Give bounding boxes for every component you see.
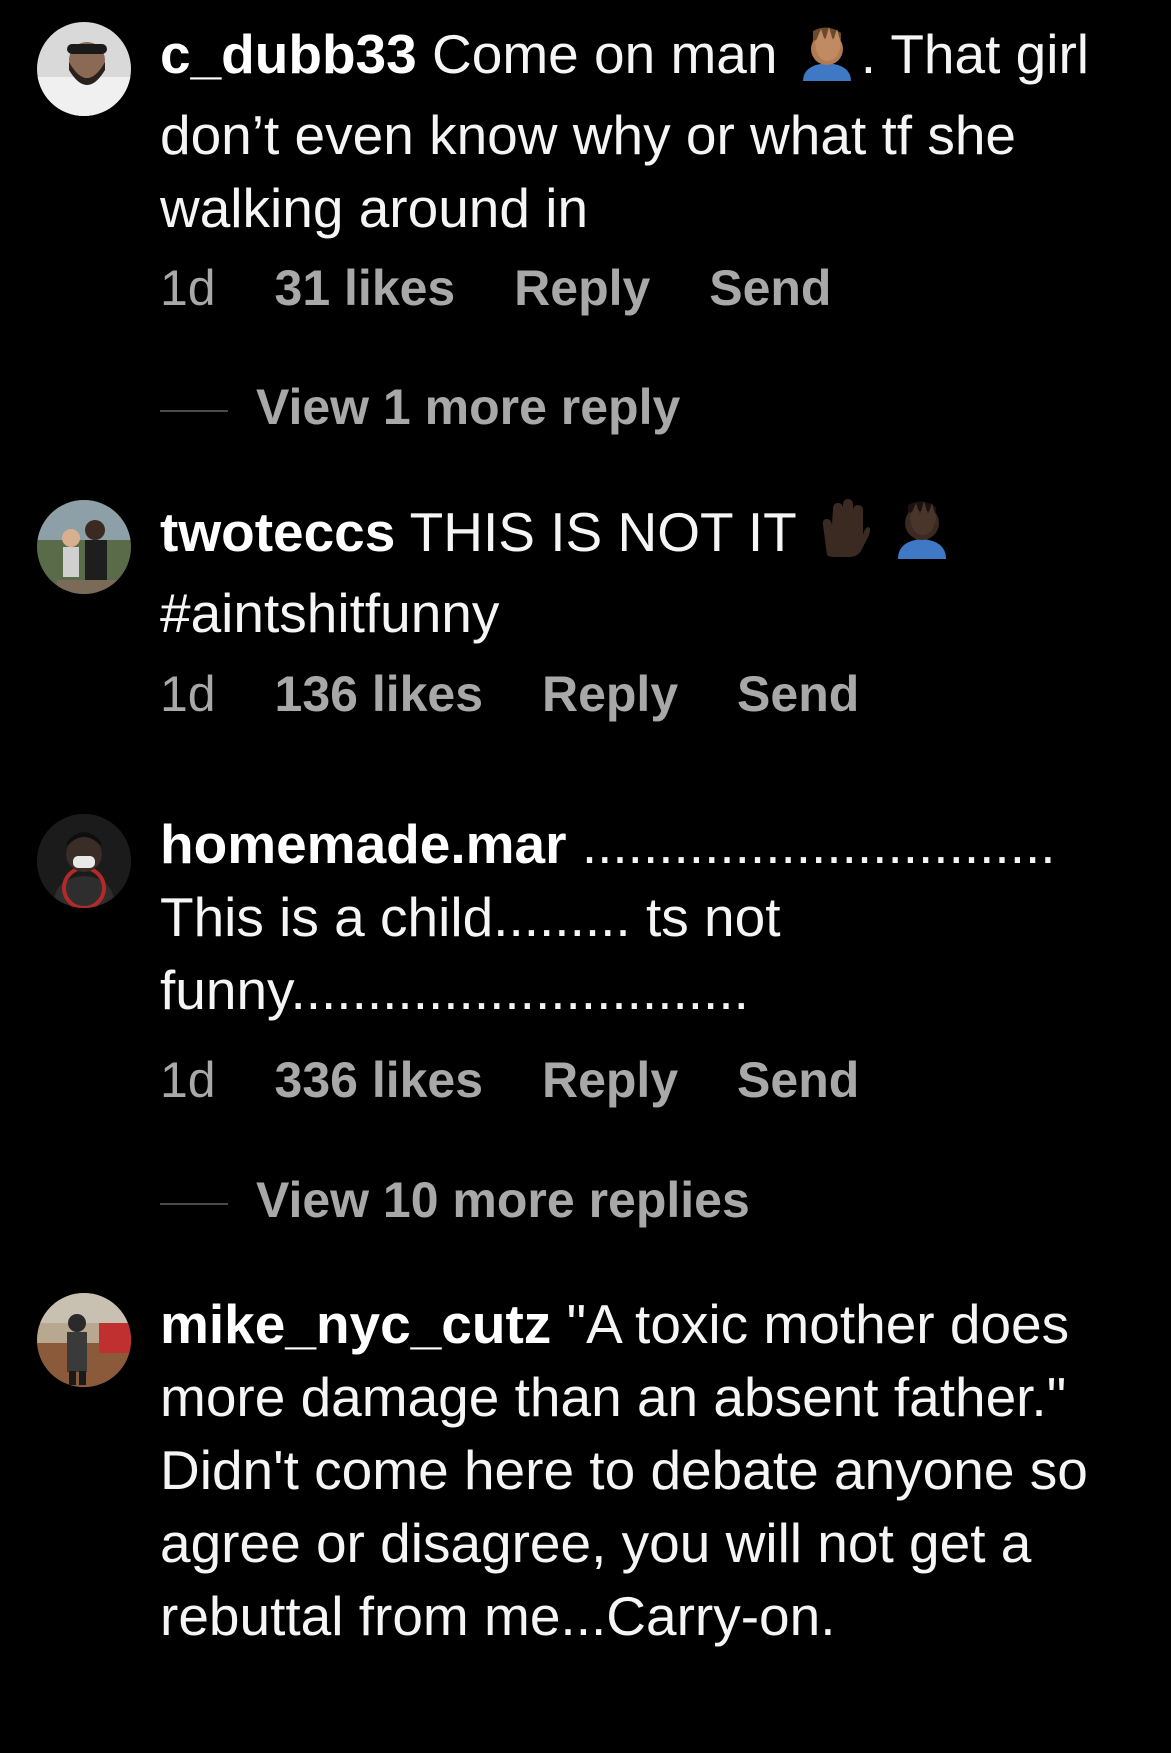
comment-text: c_dubb33 Come on man . That girl don’t e… xyxy=(160,18,1100,245)
comment-username[interactable]: homemade.mar xyxy=(160,813,567,875)
comment-timestamp: 1d xyxy=(160,666,216,722)
likes-count[interactable]: 136 likes xyxy=(275,666,484,722)
comment-actions: 1d 31 likes Reply Send xyxy=(160,258,876,318)
comment-username[interactable]: mike_nyc_cutz xyxy=(160,1293,551,1355)
comment-text: homemade.mar ...........................… xyxy=(160,808,1100,1027)
facepalm-emoji-icon xyxy=(795,25,859,99)
facepalm-emoji-icon xyxy=(890,499,954,577)
send-button[interactable]: Send xyxy=(709,260,831,316)
likes-count[interactable]: 336 likes xyxy=(275,1052,484,1108)
raised-hand-emoji-icon xyxy=(813,499,871,577)
divider-line xyxy=(160,1202,228,1205)
avatar[interactable] xyxy=(37,500,131,594)
view-more-replies-button[interactable]: View 1 more reply xyxy=(160,377,680,437)
likes-count[interactable]: 31 likes xyxy=(275,260,456,316)
view-more-replies-button[interactable]: View 10 more replies xyxy=(160,1170,750,1230)
send-button[interactable]: Send xyxy=(737,666,859,722)
comment-timestamp: 1d xyxy=(160,260,216,316)
comment-actions: 1d 136 likes Reply Send xyxy=(160,664,904,724)
view-more-replies-label: View 10 more replies xyxy=(256,1172,750,1228)
comment-body-part: Come on man xyxy=(432,23,778,85)
divider-line xyxy=(160,409,228,412)
comment-actions: 1d 336 likes Reply Send xyxy=(160,1050,904,1110)
comment-timestamp: 1d xyxy=(160,1052,216,1108)
comment-body-part: THIS IS NOT IT xyxy=(409,501,796,563)
view-more-replies-label: View 1 more reply xyxy=(256,379,681,435)
hashtag-link[interactable]: #aintshitfunny xyxy=(160,582,499,644)
comment-username[interactable]: twoteccs xyxy=(160,501,395,563)
avatar[interactable] xyxy=(37,22,131,116)
reply-button[interactable]: Reply xyxy=(514,260,650,316)
send-button[interactable]: Send xyxy=(737,1052,859,1108)
reply-button[interactable]: Reply xyxy=(542,1052,678,1108)
avatar[interactable] xyxy=(37,1293,131,1387)
reply-button[interactable]: Reply xyxy=(542,666,678,722)
comment-username[interactable]: c_dubb33 xyxy=(160,23,417,85)
comment-text: mike_nyc_cutz "A toxic mother does more … xyxy=(160,1288,1100,1653)
comment-text: twoteccs THIS IS NOT IT #aintshitfunny xyxy=(160,496,1100,650)
avatar[interactable] xyxy=(37,814,131,908)
